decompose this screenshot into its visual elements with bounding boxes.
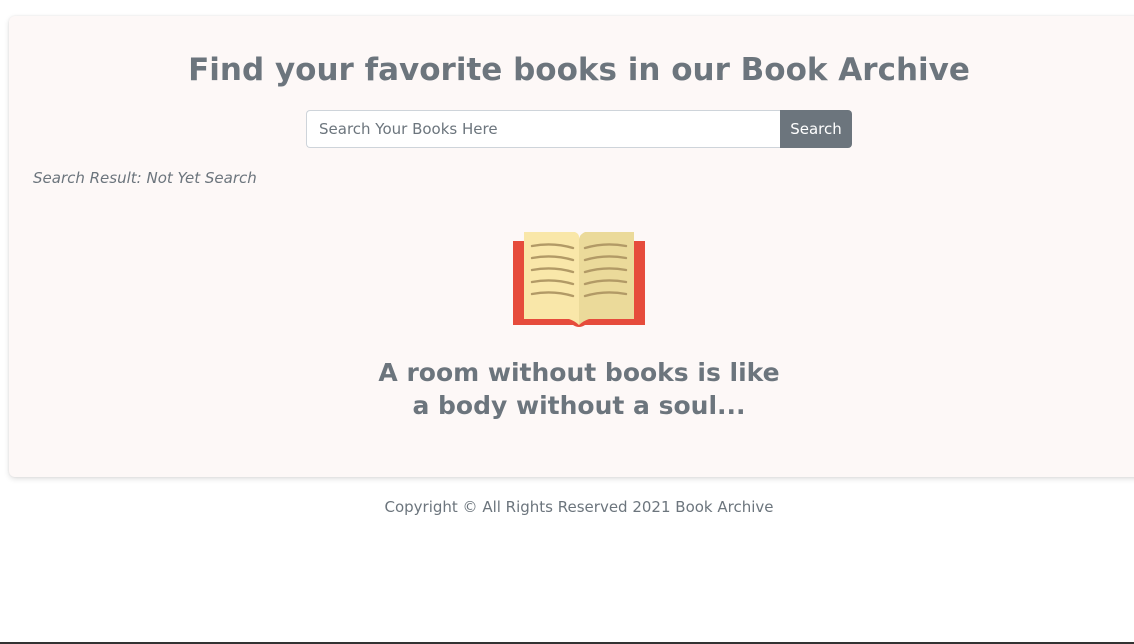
quote-line-1: A room without books is like xyxy=(378,358,780,387)
open-book-icon xyxy=(511,229,647,329)
quote-line-2: a body without a soul... xyxy=(412,391,746,420)
page: Find your favorite books in our Book Arc… xyxy=(0,0,1134,644)
quote-text: A room without books is like a body with… xyxy=(0,356,1134,422)
footer-copyright: Copyright © All Rights Reserved 2021 Boo… xyxy=(384,498,774,516)
search-input[interactable] xyxy=(306,110,780,148)
page-title: Find your favorite books in our Book Arc… xyxy=(188,52,970,88)
search-result-status: Search Result: Not Yet Search xyxy=(33,169,257,187)
search-button[interactable]: Search xyxy=(780,110,852,148)
search-group: Search xyxy=(306,110,852,148)
